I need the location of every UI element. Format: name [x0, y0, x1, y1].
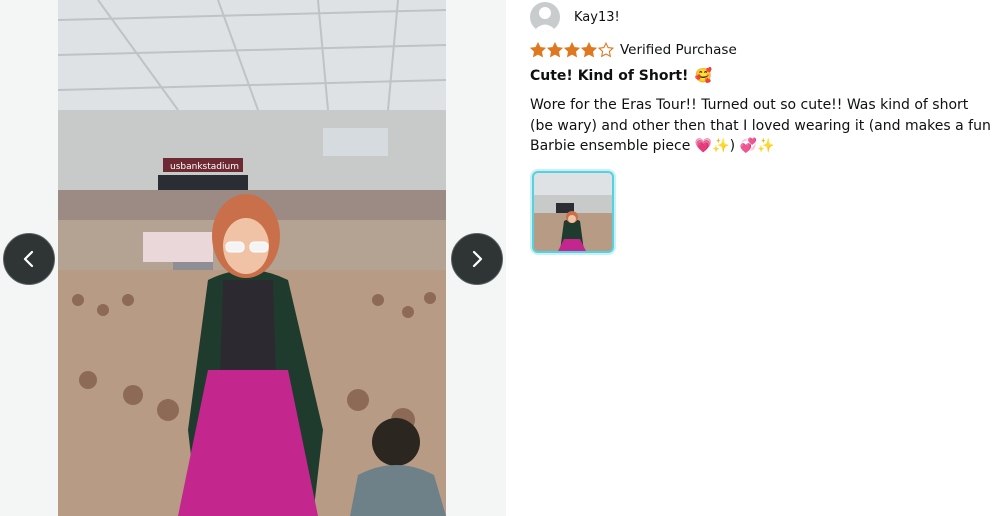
star-empty-icon — [598, 42, 614, 58]
image-gallery: usbankstadium — [0, 0, 506, 516]
reviewer-name[interactable]: Kay13! — [574, 10, 620, 25]
title-emoji: 🥰 — [694, 68, 712, 84]
thumbnail-illustration — [534, 173, 612, 251]
star-filled-icon — [530, 42, 546, 58]
next-image-button[interactable] — [451, 233, 503, 285]
stadium-photo-illustration: usbankstadium — [58, 0, 446, 516]
star-rating[interactable] — [530, 42, 615, 58]
star-filled-icon — [564, 42, 580, 58]
review-title: Cute! Kind of Short! — [530, 68, 689, 84]
chevron-right-icon — [472, 250, 483, 268]
chevron-left-icon — [23, 250, 34, 268]
review-photo: usbankstadium — [58, 0, 446, 516]
review-title-row: Cute! Kind of Short! 🥰 — [530, 68, 712, 84]
review-body: Wore for the Eras Tour!! Turned out so c… — [530, 97, 991, 154]
reviewer-profile[interactable]: Kay13! — [530, 2, 620, 32]
svg-text:usbankstadium: usbankstadium — [170, 162, 239, 172]
review-image-thumbnail[interactable] — [532, 171, 614, 253]
previous-image-button[interactable] — [3, 233, 55, 285]
star-filled-icon — [581, 42, 597, 58]
user-avatar-icon — [530, 2, 560, 32]
star-filled-icon — [547, 42, 563, 58]
verified-purchase-badge: Verified Purchase — [620, 42, 737, 58]
rating-row: Verified Purchase — [530, 40, 737, 60]
